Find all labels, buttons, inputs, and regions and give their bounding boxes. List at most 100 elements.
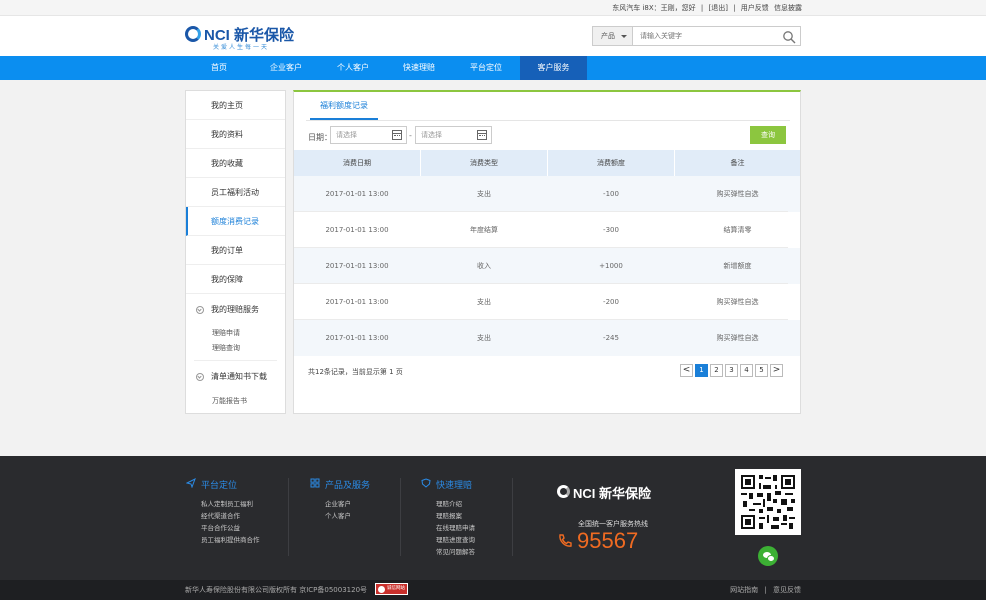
trust-badge[interactable]: 诚信网站 <box>375 583 408 595</box>
wechat-icon[interactable] <box>758 546 778 566</box>
nav-item-claims[interactable]: 快速理赔 <box>392 56 446 80</box>
footer-divider <box>400 478 401 556</box>
column-header-date: 消费日期 <box>343 159 371 167</box>
footer-link[interactable]: 在线理赔申请 <box>436 522 475 532</box>
separator: | <box>700 4 704 12</box>
tab-benefit-quota-records[interactable]: 福利额度记录 <box>310 92 378 120</box>
feedback-link[interactable]: 用户反馈 <box>741 4 769 12</box>
end-date-placeholder: 请选择 <box>421 131 442 139</box>
sidebar-item-benefit-activities[interactable]: 员工福利活动 <box>186 178 285 207</box>
start-date-picker[interactable]: 请选择 <box>330 126 407 144</box>
page-button[interactable]: 4 <box>740 364 753 377</box>
footer-col-title: 产品及服务 <box>310 478 370 491</box>
nav-item-service[interactable]: 客户服务 <box>520 56 587 80</box>
prev-page-button[interactable]: < <box>680 364 693 377</box>
main-nav: 首页 企业客户 个人客户 快速理赔 平台定位 客户服务 <box>0 56 986 80</box>
nav-item-personal[interactable]: 个人客户 <box>326 56 380 80</box>
query-button[interactable]: 查询 <box>750 126 786 144</box>
sidebar-item-home[interactable]: 我的主页 <box>186 91 285 120</box>
site-guide-link[interactable]: 网站指南 <box>730 586 758 594</box>
cell-type: 支出 <box>477 190 491 198</box>
cell-date: 2017-01-01 13:00 <box>325 298 389 306</box>
separator: | <box>733 4 736 12</box>
footer-link[interactable]: 理赔报案 <box>436 510 462 520</box>
sidebar-item-favorites[interactable]: 我的收藏 <box>186 149 285 178</box>
footer-link[interactable]: 私人定制员工福利 <box>201 498 253 508</box>
footer-link[interactable]: 经代渠道合作 <box>201 510 240 520</box>
sidebar-group-downloads[interactable]: 清单通知书下载 <box>186 365 285 389</box>
hotline-number: 95567 <box>577 528 639 553</box>
footer-link[interactable]: 常见问题解答 <box>436 546 475 556</box>
cell-amount: -245 <box>603 334 619 342</box>
sidebar-item-coverage[interactable]: 我的保障 <box>186 265 285 294</box>
sidebar-item-orders[interactable]: 我的订单 <box>186 236 285 265</box>
sidebar-divider <box>194 360 277 361</box>
cell-date: 2017-01-01 13:00 <box>325 226 389 234</box>
sidebar-group-claims[interactable]: 我的理赔服务 <box>186 298 285 322</box>
search-category-label: 产品 <box>601 32 615 40</box>
page-button[interactable]: 1 <box>695 364 708 377</box>
page-button[interactable]: 3 <box>725 364 738 377</box>
footer-link[interactable]: 企业客户 <box>325 498 351 508</box>
account-sidebar: 我的主页 我的资料 我的收藏 员工福利活动 额度消费记录 我的订单 我的保障 我… <box>185 90 286 414</box>
page-button[interactable]: 2 <box>710 364 723 377</box>
date-filter-label: 日期： <box>308 133 332 142</box>
trust-badge-text: 诚信网站 <box>387 586 405 591</box>
nav-item-enterprise[interactable]: 企业客户 <box>259 56 313 80</box>
footer-col-title-text: 产品及服务 <box>325 481 371 491</box>
footer-link[interactable]: 个人客户 <box>325 510 351 520</box>
search-category-select[interactable]: 产品 <box>593 27 633 45</box>
user-greeting: 东风汽车 i8X：王刚，您好 <box>612 4 696 12</box>
footer-brand: NCI 新华保险 <box>573 486 652 501</box>
sidebar-group-title: 我的理赔服务 <box>211 305 259 314</box>
table-row: 2017-01-01 13:00 支出 -245 购买弹性自选 <box>294 320 800 356</box>
calendar-icon <box>477 130 487 140</box>
phone-icon <box>559 534 572 547</box>
logo-mark-icon <box>557 485 570 498</box>
logout-link[interactable]: [退出] <box>708 4 727 12</box>
caret-down-icon <box>621 35 627 38</box>
copyright-bar: 新华人寿保险股份有限公司版权所有 京ICP备05003120号 诚信网站 网站指… <box>0 580 986 600</box>
cell-date: 2017-01-01 13:00 <box>325 262 389 270</box>
trust-seal-icon <box>378 586 385 593</box>
cell-remark: 购买弹性自选 <box>716 190 759 198</box>
footer-link[interactable]: 理赔进度查询 <box>436 534 475 544</box>
sidebar-sub-report[interactable]: 万能报告书 <box>212 396 247 406</box>
table-row: 2017-01-01 13:00 支出 -100 购买弹性自选 <box>294 176 800 212</box>
top-utility-bar: 东风汽车 i8X：王刚，您好 | [退出] | 用户反馈 信息披露 <box>0 0 986 16</box>
site-header: NCI 新华保险 关爱人生每一天 产品 <box>0 16 986 56</box>
logo-mark-icon <box>185 26 201 42</box>
footer-link[interactable]: 员工福利提供商合作 <box>201 534 260 544</box>
footer-link[interactable]: 理赔介绍 <box>436 498 462 508</box>
cell-remark: 新增额度 <box>723 262 752 270</box>
page-button[interactable]: 5 <box>755 364 768 377</box>
end-date-picker[interactable]: 请选择 <box>415 126 492 144</box>
calendar-icon <box>392 130 402 140</box>
nav-item-platform[interactable]: 平台定位 <box>459 56 513 80</box>
nci-logo[interactable]: NCI 新华保险 关爱人生每一天 <box>185 24 295 51</box>
cell-date: 2017-01-01 13:00 <box>325 334 389 342</box>
feedback-link[interactable]: 意见反馈 <box>773 586 801 594</box>
nav-item-home[interactable]: 首页 <box>196 56 242 80</box>
sidebar-sub-claim-apply[interactable]: 理赔申请 <box>212 328 240 338</box>
cell-amount: -300 <box>603 226 619 234</box>
footer-link[interactable]: 平台合作公益 <box>201 522 240 532</box>
cell-type: 支出 <box>477 298 491 306</box>
table-row: 2017-01-01 13:00 支出 -200 购买弹性自选 <box>294 284 800 320</box>
footer-col-title: 平台定位 <box>186 478 237 491</box>
sidebar-item-quota-records[interactable]: 额度消费记录 <box>186 207 285 236</box>
cell-amount: -100 <box>603 190 619 198</box>
date-range-dash: - <box>409 131 412 140</box>
messages-link[interactable]: 信息披露 <box>774 4 802 12</box>
cell-remark: 购买弹性自选 <box>716 298 759 306</box>
search-icon[interactable] <box>782 30 796 44</box>
logo-slogan: 关爱人生每一天 <box>213 44 270 51</box>
sidebar-item-profile[interactable]: 我的资料 <box>186 120 285 149</box>
user-utility-links: 东风汽车 i8X：王刚，您好 | [退出] | 用户反馈 信息披露 <box>609 3 802 13</box>
sidebar-sub-claim-query[interactable]: 理赔查询 <box>212 343 240 353</box>
next-page-button[interactable]: > <box>770 364 783 377</box>
cell-remark: 结算清零 <box>723 226 752 234</box>
tab-divider <box>306 120 790 121</box>
separator: | <box>764 586 767 594</box>
search-input[interactable] <box>634 27 774 45</box>
